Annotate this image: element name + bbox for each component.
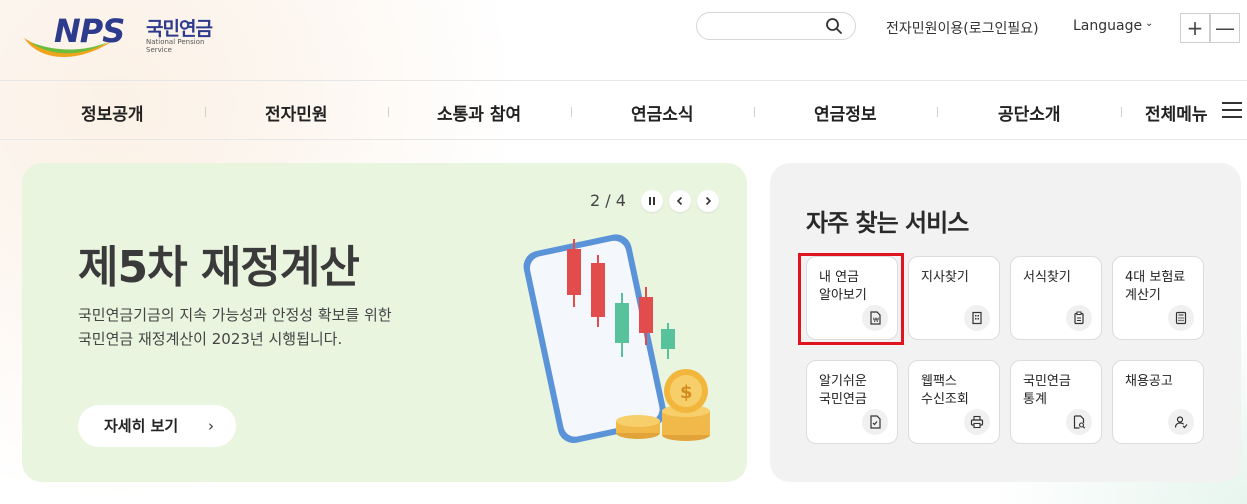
service-tile-label: 서식찾기 <box>1023 270 1071 285</box>
zoom-in-button[interactable]: + <box>1180 13 1210 43</box>
main-nav: 정보공개 전자민원 소통과 참여 연금소식 연금정보 공단소개 전체메뉴 <box>0 80 1247 140</box>
nav-separator <box>388 107 389 117</box>
user-check-icon <box>1168 409 1194 435</box>
calculator-icon <box>1168 305 1194 331</box>
hero-banner: 2 / 4 제5차 재정계산 국민연금기금의 지속 가능성과 안정성 확보를 위… <box>22 163 747 482</box>
document-check-icon <box>862 409 888 435</box>
service-tile-insurance-calculator[interactable]: 4대 보험료 계산기 <box>1112 256 1204 340</box>
service-tile-label: 4대 보험료 계산기 <box>1125 270 1186 303</box>
clipboard-icon <box>1066 305 1092 331</box>
logo-name-ko: 국민연금 <box>146 18 213 40</box>
nav-item-communication[interactable]: 소통과 참여 <box>437 100 521 125</box>
view-details-label: 자세히 보기 <box>104 417 179 435</box>
nav-item-pension-info[interactable]: 연금정보 <box>814 100 877 125</box>
next-slide-button[interactable] <box>697 190 719 212</box>
printer-icon <box>964 409 990 435</box>
document-search-icon <box>1066 409 1092 435</box>
service-tile-recruitment[interactable]: 채용공고 <box>1112 360 1204 444</box>
frequent-services-title: 자주 찾는 서비스 <box>806 209 969 237</box>
nav-separator <box>571 107 572 117</box>
service-tile-easy-pension[interactable]: 알기쉬운 국민연금 <box>806 360 898 444</box>
chevron-right-icon <box>705 196 712 206</box>
slide-pager: 2 / 4 <box>590 191 626 210</box>
service-tile-pension-statistics[interactable]: 국민연금 통계 <box>1010 360 1102 444</box>
language-selector[interactable]: Language <box>1073 18 1142 34</box>
service-tile-label: 지사찾기 <box>921 270 969 285</box>
hero-description-line-2: 국민연금 재정계산이 2023년 시행됩니다. <box>78 330 343 348</box>
service-tile-find-forms[interactable]: 서식찾기 <box>1010 256 1102 340</box>
nav-separator <box>1121 107 1122 117</box>
phone-chart-illustration-icon: $ <box>523 234 710 444</box>
selection-highlight-box <box>798 253 904 345</box>
nav-item-about[interactable]: 공단소개 <box>998 100 1061 125</box>
search-input[interactable] <box>696 12 856 40</box>
nps-logo[interactable]: NPS 국민연금 National Pension Service <box>22 8 232 64</box>
chevron-right-icon: › <box>208 417 214 435</box>
search-icon[interactable] <box>825 17 843 35</box>
hero-description: 국민연금기금의 지속 가능성과 안정성 확보를 위한 국민연금 재정계산이 20… <box>78 303 438 351</box>
svg-text:$: $ <box>680 382 693 403</box>
nav-separator <box>205 107 206 117</box>
pause-icon <box>649 197 655 205</box>
zoom-out-button[interactable]: — <box>1210 13 1240 43</box>
service-tile-web-fax[interactable]: 웹팩스 수신조회 <box>908 360 1000 444</box>
chevron-down-icon: ⌄ <box>1145 18 1154 29</box>
site-header: NPS 국민연금 National Pension Service 전자민원이용… <box>0 0 1247 80</box>
nav-item-e-civil[interactable]: 전자민원 <box>265 100 328 125</box>
service-tile-label: 웹팩스 수신조회 <box>921 374 969 407</box>
service-tile-label: 국민연금 통계 <box>1023 374 1071 407</box>
logo-brand: NPS <box>54 12 125 50</box>
hero-description-line-1: 국민연금기금의 지속 가능성과 안정성 확보를 위한 <box>78 306 392 324</box>
chevron-left-icon <box>676 196 683 206</box>
nav-item-info-disclosure[interactable]: 정보공개 <box>81 100 144 125</box>
prev-slide-button[interactable] <box>669 190 691 212</box>
service-tile-find-branch[interactable]: 지사찾기 <box>908 256 1000 340</box>
nav-separator <box>754 107 755 117</box>
service-tile-label: 채용공고 <box>1125 374 1173 389</box>
service-tile-label: 알기쉬운 국민연금 <box>819 374 867 407</box>
hamburger-menu-icon[interactable] <box>1222 102 1242 118</box>
building-icon <box>964 305 990 331</box>
hero-title: 제5차 재정계산 <box>78 242 360 293</box>
e-civil-login-link[interactable]: 전자민원이용(로그인필요) <box>886 18 1039 38</box>
nav-item-pension-news[interactable]: 연금소식 <box>631 100 694 125</box>
logo-name-en: National Pension Service <box>146 38 205 54</box>
nav-separator <box>937 107 938 117</box>
pause-button[interactable] <box>641 190 663 212</box>
nav-item-all-menu[interactable]: 전체메뉴 <box>1145 100 1208 125</box>
view-details-button[interactable]: 자세히 보기 › <box>78 405 236 447</box>
